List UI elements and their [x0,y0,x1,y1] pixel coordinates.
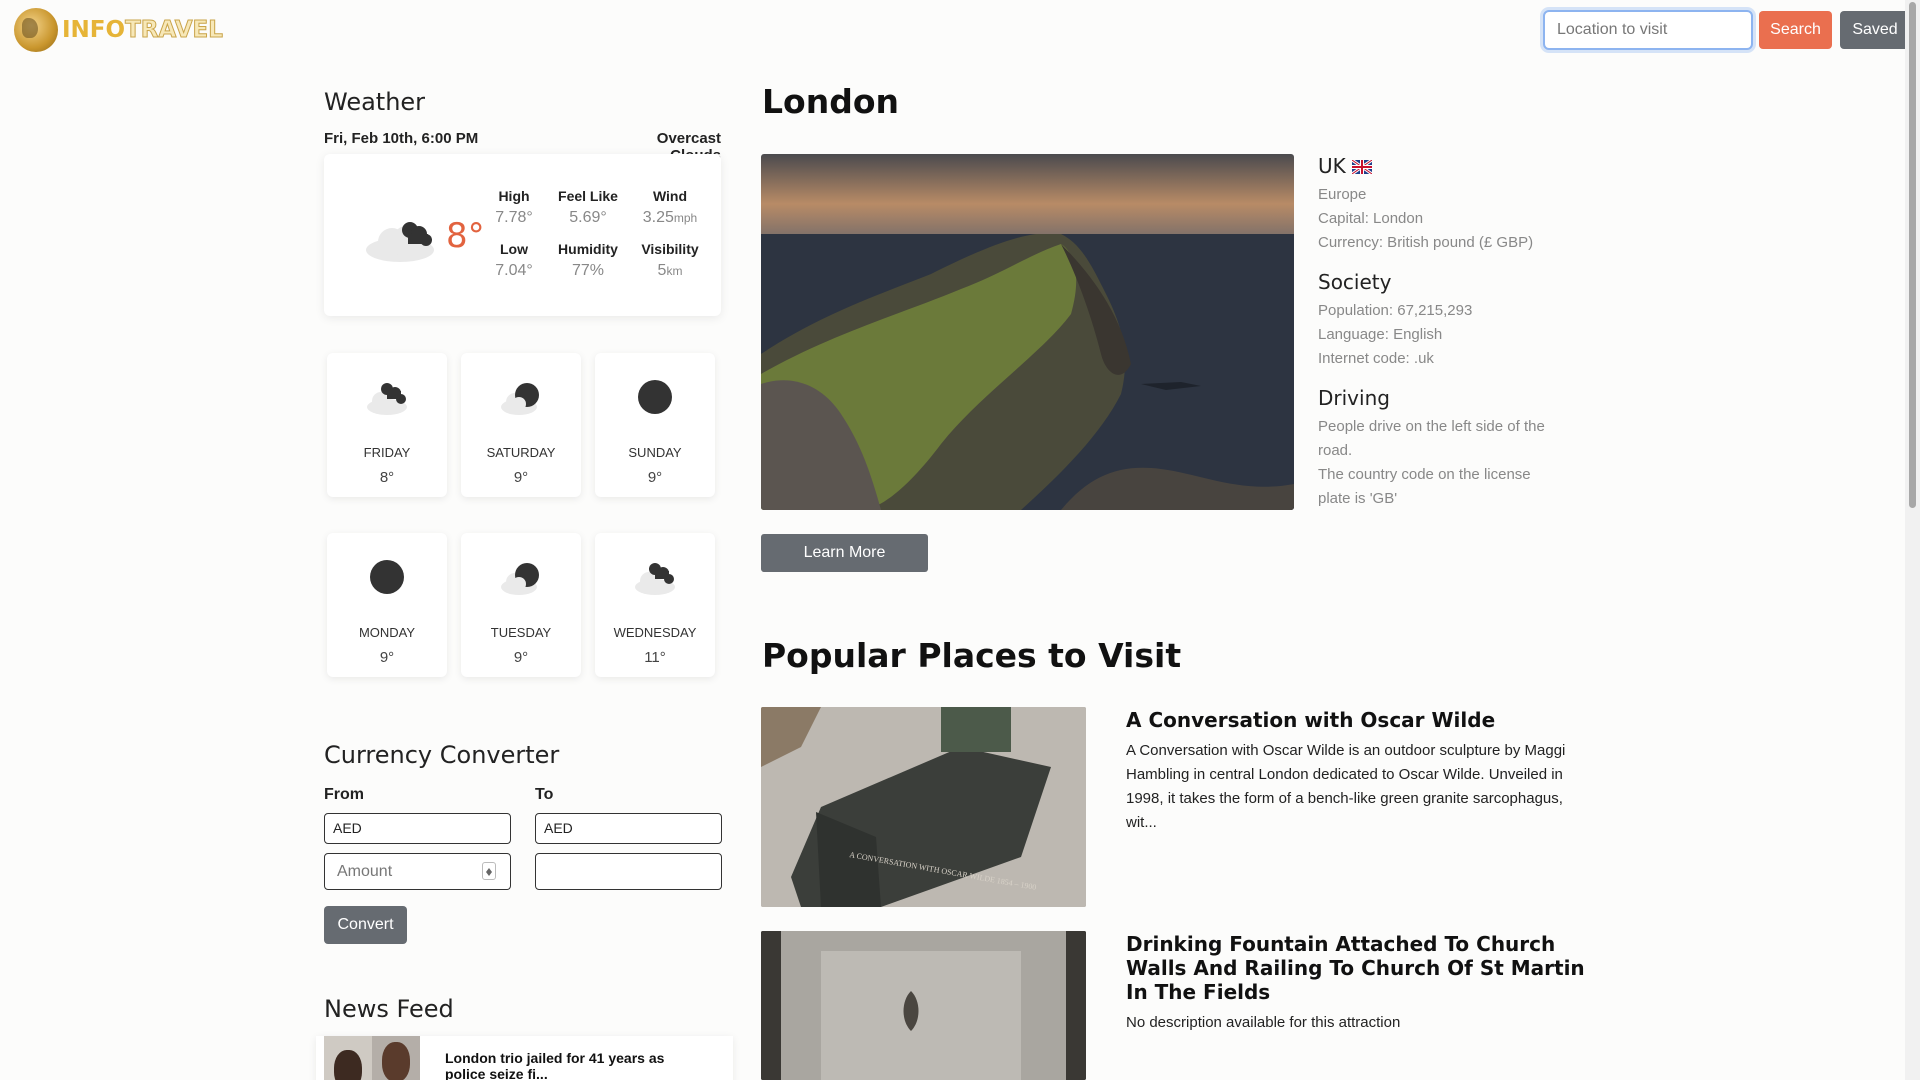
saved-button[interactable]: Saved [1840,11,1910,49]
currency-title: Currency Converter [324,741,560,769]
society-language: Language: English [1318,326,1443,343]
stat-high: High 7.78° [474,188,554,227]
stat-wind: Wind 3.25mph [630,188,710,227]
stat-feel-value: 5.69° [569,209,607,226]
stat-high-label: High [498,188,530,204]
stat-wind-value: 3.25mph [642,209,698,226]
to-label: To [535,786,554,803]
forecast-day: WEDNESDAY [613,625,697,640]
news-thumbnail [324,1036,420,1080]
clouds-icon [635,563,675,595]
country-heading: UK [1318,154,1372,178]
moon-icon [370,560,404,594]
cloud-moon-icon [501,383,539,415]
news-headline[interactable]: London trio jailed for 41 years as polic… [445,1050,705,1080]
stat-feel-label: Feel Like [558,188,618,204]
forecast-card-monday: MONDAY 9° [327,533,447,677]
stat-humidity-value: 77% [571,262,605,279]
scrollbar-thumb[interactable] [1909,2,1916,508]
news-title: News Feed [324,995,454,1023]
forecast-day: SUNDAY [628,445,682,460]
forecast-temp: 9° [513,469,529,486]
forecast-day: MONDAY [358,625,416,640]
cloud-moon-icon [501,563,539,595]
forecast-card-tuesday: TUESDAY 9° [461,533,581,677]
forecast-card-saturday: SATURDAY 9° [461,353,581,497]
from-currency-select[interactable]: AED [324,813,511,844]
stat-low-value: 7.04° [495,262,533,279]
weather-title: Weather [324,88,426,116]
logo-text: INFOTRAVEL [62,17,224,44]
stat-visibility: Visibility 5km [630,241,710,280]
forecast-temp: 9° [647,469,663,486]
moon-icon [638,380,672,414]
news-item[interactable]: London trio jailed for 41 years as polic… [316,1036,733,1080]
country-name: UK [1318,154,1346,178]
place-name[interactable]: A Conversation with Oscar Wilde [1126,708,1586,732]
society-heading: Society [1318,270,1392,294]
forecast-card-wednesday: WEDNESDAY 11° [595,533,715,677]
forecast-temp: 9° [513,649,529,666]
globe-icon [14,8,58,52]
logo[interactable]: INFOTRAVEL [14,8,223,52]
driving-plate: The country code on the license plate is… [1318,466,1531,507]
driving-heading: Driving [1318,386,1390,410]
forecast-temp: 9° [379,649,395,666]
top-header: INFOTRAVEL Search Saved [0,0,1920,60]
overcast-clouds-icon [366,222,434,262]
stat-wind-label: Wind [652,188,688,204]
stat-high-value: 7.78° [495,209,533,226]
current-weather-card: 8° High 7.78° Feel Like 5.69° Wind 3.25m… [324,154,721,316]
weather-datetime: Fri, Feb 10th, 6:00 PM [324,130,479,147]
country-currency: Currency: British pound (£ GBP) [1318,234,1534,251]
forecast-card-friday: FRIDAY 8° [327,353,447,497]
stat-humidity-label: Humidity [558,241,618,257]
forecast-day: TUESDAY [490,625,552,640]
logo-text-info: INFO [62,17,126,43]
forecast-day: SATURDAY [486,445,556,460]
stat-low-label: Low [500,241,528,257]
uk-flag-icon [1351,160,1372,174]
convert-button[interactable]: Convert [324,906,407,944]
stat-visibility-value: 5km [657,262,683,279]
to-currency-select[interactable]: AED [535,813,722,844]
place-description: A Conversation with Oscar Wilde is an ou… [1126,742,1566,831]
number-spinner-icon[interactable] [482,862,496,880]
stat-low: Low 7.04° [474,241,554,280]
stat-feel-like: Feel Like 5.69° [548,188,628,227]
driving-side: People drive on the left side of the roa… [1318,418,1545,459]
clouds-icon [367,383,407,415]
forecast-card-sunday: SUNDAY 9° [595,353,715,497]
place-image[interactable]: A CONVERSATION WITH OSCAR WILDE 1854 – 1… [761,707,1086,907]
search-input[interactable] [1543,10,1753,50]
result-field[interactable] [535,853,722,890]
place-description: No description available for this attrac… [1126,1014,1401,1031]
country-capital: Capital: London [1318,210,1424,227]
page-scrollbar[interactable] [1905,0,1920,1080]
country-region: Europe [1318,186,1367,203]
society-internet: Internet code: .uk [1318,350,1434,367]
place-image[interactable] [761,931,1086,1080]
stat-humidity: Humidity 77% [548,241,628,280]
learn-more-button[interactable]: Learn More [761,534,928,572]
forecast-day: FRIDAY [363,445,411,460]
logo-text-travel: TRAVEL [125,17,224,44]
stat-visibility-label: Visibility [641,241,699,257]
city-hero-image [761,154,1294,510]
forecast-temp: 8° [379,469,395,486]
forecast-temp: 11° [644,649,666,666]
place-name[interactable]: Drinking Fountain Attached To Church Wal… [1126,932,1586,1004]
from-label: From [324,786,364,803]
search-button[interactable]: Search [1759,11,1832,49]
amount-field-wrap [324,853,511,890]
society-population: Population: 67,215,293 [1318,302,1473,319]
city-title: London [762,82,899,121]
popular-places-title: Popular Places to Visit [762,636,1182,675]
